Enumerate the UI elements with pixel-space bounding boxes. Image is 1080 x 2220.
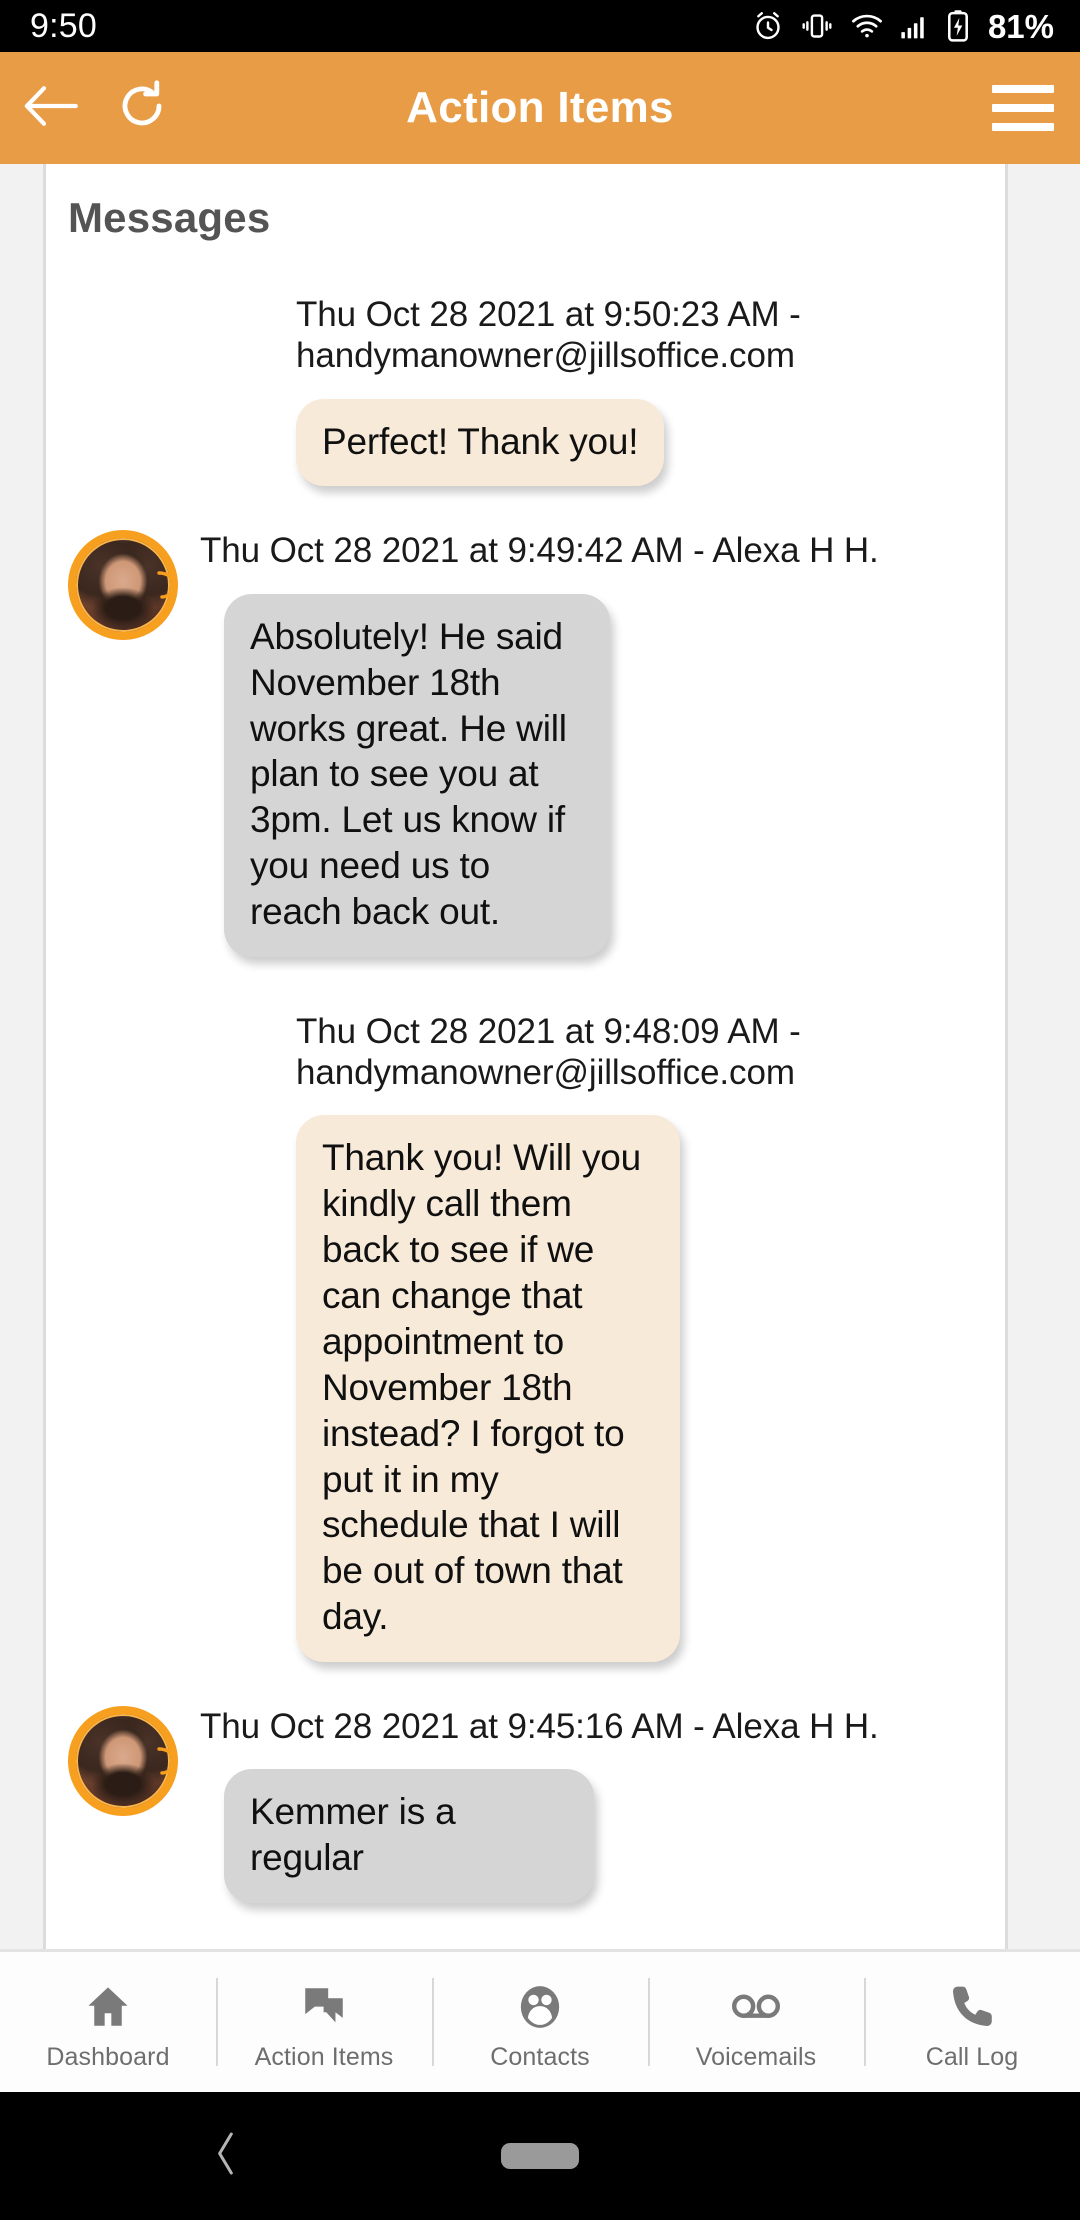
android-back-icon[interactable] (213, 2131, 239, 2182)
bubble-wrap: Absolutely! He said November 18th works … (200, 572, 965, 957)
status-bar: 9:50 81% (0, 0, 1080, 52)
bubble-wrap: Perfect! Thank you! (248, 377, 965, 487)
page-body: Messages Thu Oct 28 2021 at 9:50:23 AM -… (0, 164, 1080, 1949)
brand-swirl-icon (157, 571, 175, 600)
bubble-wrap: Kemmer is a regular (200, 1747, 965, 1904)
hamburger-menu-icon[interactable] (992, 85, 1054, 131)
nav-label: Contacts (490, 2042, 590, 2071)
battery-charging-icon (945, 8, 971, 44)
status-icons: 81% (751, 8, 1054, 44)
message-row: Thu Oct 28 2021 at 9:45:16 AM - Alexa H … (68, 1706, 965, 1947)
message-bubble[interactable]: Perfect! Thank you! (296, 398, 665, 487)
nav-label: Call Log (925, 2042, 1019, 2071)
message-row: Thu Oct 28 2021 at 9:49:42 AM - Alexa H … (68, 530, 965, 1000)
vibrate-icon (800, 9, 834, 43)
nav-label: Action Items (254, 2042, 394, 2071)
avatar (68, 530, 178, 641)
brand-swirl-icon (157, 1747, 175, 1775)
section-title: Messages (68, 194, 271, 241)
message-bubble[interactable]: Kemmer is a regular (224, 1769, 594, 1904)
bubble-wrap: Thank you! Will you kindly call them bac… (248, 1093, 965, 1663)
message-meta: Thu Oct 28 2021 at 9:48:09 AM - handyman… (296, 1011, 801, 1093)
back-arrow-icon[interactable] (22, 83, 80, 134)
nav-label: Dashboard (46, 2042, 170, 2071)
message-meta: Thu Oct 28 2021 at 9:49:42 AM - Alexa H … (200, 531, 879, 571)
contacts-people-icon (515, 1979, 565, 2035)
signal-icon (900, 9, 930, 43)
home-icon (83, 1979, 133, 2035)
nav-item-contacts[interactable]: Contacts (432, 1952, 648, 2092)
status-clock: 9:50 (30, 7, 97, 45)
nav-label: Voicemails (695, 2042, 817, 2071)
android-home-pill[interactable] (501, 2143, 579, 2169)
message-row: Thu Oct 28 2021 at 9:48:09 AM - handyman… (68, 1011, 965, 1663)
messages-card[interactable]: Messages Thu Oct 28 2021 at 9:50:23 AM -… (43, 164, 1008, 1949)
nav-item-call-log[interactable]: Call Log (864, 1952, 1080, 2092)
nav-item-dashboard[interactable]: Dashboard (0, 1952, 216, 2092)
app-bar: Action Items (0, 52, 1080, 164)
voicemail-icon (729, 1979, 783, 2035)
message-meta: Thu Oct 28 2021 at 9:50:23 AM - handyman… (296, 295, 801, 376)
nav-item-action-items[interactable]: Action Items (216, 1952, 432, 2092)
refresh-icon[interactable] (116, 79, 168, 137)
phone-icon (947, 1979, 997, 2035)
chat-bubbles-icon (299, 1979, 349, 2035)
nav-item-voicemails[interactable]: Voicemails (648, 1952, 864, 2092)
message-bubble[interactable]: Thank you! Will you kindly call them bac… (296, 1115, 680, 1663)
battery-percent-label: 81% (987, 7, 1054, 45)
avatar (68, 1706, 178, 1817)
alarm-icon (751, 9, 785, 43)
wifi-icon (849, 9, 885, 43)
message-row: Thu Oct 28 2021 at 9:50:23 AM - handyman… (68, 294, 965, 487)
bottom-navigation: Dashboard Action Items Contacts Voicemai… (0, 1949, 1080, 2092)
android-system-nav (0, 2092, 1080, 2220)
message-bubble[interactable]: Absolutely! He said November 18th works … (224, 593, 610, 957)
message-meta: Thu Oct 28 2021 at 9:45:16 AM - Alexa H … (200, 1707, 879, 1747)
